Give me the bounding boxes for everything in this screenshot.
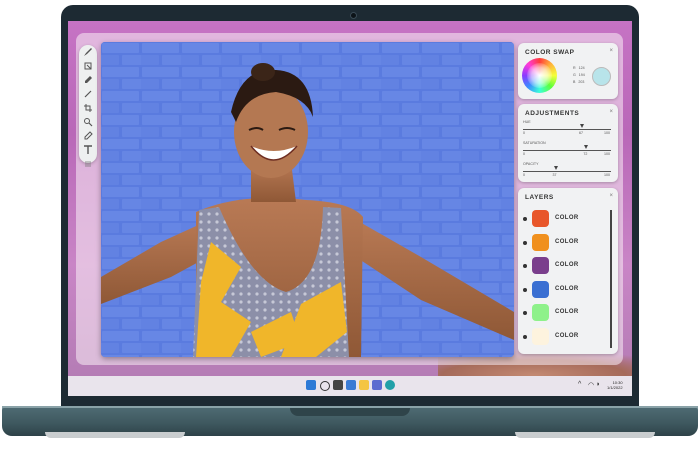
layer-row[interactable]: COLOR bbox=[520, 255, 612, 277]
layer-label: COLOR bbox=[555, 309, 579, 315]
rgb-row-g: G 194 bbox=[573, 73, 585, 77]
color-swap-title: COLOR SWAP bbox=[525, 49, 575, 56]
webcam bbox=[350, 12, 357, 19]
adjustments-panel: ADJUSTMENTS × HUE 0 67 100 SATURATION 0 72 100 O… bbox=[518, 104, 618, 182]
layer-color-swatch bbox=[532, 280, 549, 298]
adjustments-title: ADJUSTMENTS bbox=[525, 110, 580, 117]
adjustments-close-button[interactable]: × bbox=[609, 109, 613, 115]
store-icon[interactable] bbox=[372, 380, 382, 390]
color-wheel[interactable] bbox=[522, 58, 557, 93]
slider-track[interactable] bbox=[523, 150, 611, 151]
layer-label: COLOR bbox=[555, 262, 579, 268]
layer-label: COLOR bbox=[555, 215, 579, 221]
layer-row[interactable]: COLOR bbox=[520, 232, 612, 254]
edge-icon[interactable] bbox=[385, 380, 395, 390]
system-tray-chevron-icon[interactable]: ^ bbox=[578, 381, 581, 388]
layers-icon[interactable] bbox=[79, 61, 97, 73]
settings-icon[interactable] bbox=[79, 159, 97, 171]
slider-max: 100 bbox=[604, 173, 610, 177]
slider-value: 67 bbox=[578, 131, 583, 135]
layer-visibility-icon[interactable] bbox=[523, 311, 527, 315]
layer-visibility-icon[interactable] bbox=[523, 264, 527, 268]
slider-thumb[interactable] bbox=[584, 145, 589, 149]
layer-visibility-icon[interactable] bbox=[523, 217, 527, 221]
clock-date: 1/1/2022 bbox=[607, 385, 623, 390]
color-swap-panel: COLOR SWAP × R 124 G 194 B 203 bbox=[518, 43, 618, 99]
slider-label: HUE bbox=[523, 120, 531, 124]
photo-image bbox=[101, 42, 514, 357]
slider-value: 37 bbox=[552, 173, 557, 177]
slider-track[interactable] bbox=[523, 171, 611, 172]
slider-label: OPACITY bbox=[523, 162, 539, 166]
pen-icon[interactable] bbox=[79, 75, 97, 87]
slider-thumb[interactable] bbox=[553, 166, 558, 170]
brush-icon[interactable] bbox=[79, 47, 97, 59]
slider-min: 0 bbox=[523, 131, 525, 135]
layer-label: COLOR bbox=[555, 238, 579, 245]
slider-thumb[interactable] bbox=[579, 124, 584, 128]
volume-icon[interactable]: ◗ bbox=[596, 381, 600, 388]
wifi-icon[interactable]: ◠ bbox=[588, 381, 594, 389]
layer-color-swatch bbox=[532, 210, 549, 227]
layer-row[interactable]: COLOR bbox=[520, 208, 612, 230]
text-icon[interactable] bbox=[79, 145, 97, 157]
tool-palette bbox=[79, 45, 97, 167]
line-icon[interactable] bbox=[79, 89, 97, 101]
slider-min: 0 bbox=[523, 173, 525, 177]
layer-visibility-icon[interactable] bbox=[523, 334, 527, 339]
zoom-icon[interactable] bbox=[79, 117, 97, 129]
windows-start-icon[interactable] bbox=[306, 380, 316, 390]
slider-track[interactable] bbox=[523, 129, 611, 130]
rgb-row-b: B 203 bbox=[573, 80, 585, 84]
layer-visibility-icon[interactable] bbox=[523, 287, 527, 292]
layer-row[interactable]: COLOR bbox=[520, 302, 612, 324]
photo-canvas[interactable] bbox=[101, 42, 514, 357]
slider-min: 0 bbox=[523, 152, 525, 156]
layer-color-swatch bbox=[532, 327, 549, 345]
widgets-icon[interactable] bbox=[346, 380, 356, 390]
layers-close-button[interactable]: × bbox=[609, 193, 613, 199]
layer-color-swatch bbox=[532, 233, 549, 251]
layers-title: LAYERS bbox=[525, 194, 554, 201]
task-view-icon[interactable] bbox=[333, 380, 343, 390]
laptop-lid-notch bbox=[290, 408, 410, 416]
slider-label: SATURATION bbox=[523, 141, 546, 145]
eyedropper-icon[interactable] bbox=[79, 131, 97, 143]
laptop-device: COLOR SWAP × R 124 G 194 B 203 ADJUSTMEN… bbox=[0, 0, 700, 450]
layer-color-swatch bbox=[532, 257, 549, 274]
layer-visibility-icon[interactable] bbox=[523, 240, 527, 245]
layer-row[interactable]: COLOR bbox=[520, 326, 612, 348]
search-icon[interactable] bbox=[320, 381, 330, 391]
slider-max: 100 bbox=[604, 131, 610, 135]
rgb-row-r: R 124 bbox=[573, 66, 585, 70]
color-swap-close-button[interactable]: × bbox=[609, 48, 613, 54]
selected-color-swatch[interactable] bbox=[592, 67, 611, 86]
layer-label: COLOR bbox=[555, 285, 579, 292]
laptop-foot-left bbox=[45, 432, 185, 438]
crop-icon[interactable] bbox=[79, 103, 97, 115]
layer-color-swatch bbox=[532, 304, 549, 321]
slider-max: 100 bbox=[604, 152, 610, 156]
taskbar-clock[interactable]: 10:30 1/1/2022 bbox=[607, 380, 623, 390]
layer-row[interactable]: COLOR bbox=[520, 279, 612, 301]
explorer-icon[interactable] bbox=[359, 380, 369, 390]
laptop-foot-right bbox=[515, 432, 655, 438]
layer-label: COLOR bbox=[555, 332, 579, 339]
slider-value: 72 bbox=[583, 152, 588, 156]
